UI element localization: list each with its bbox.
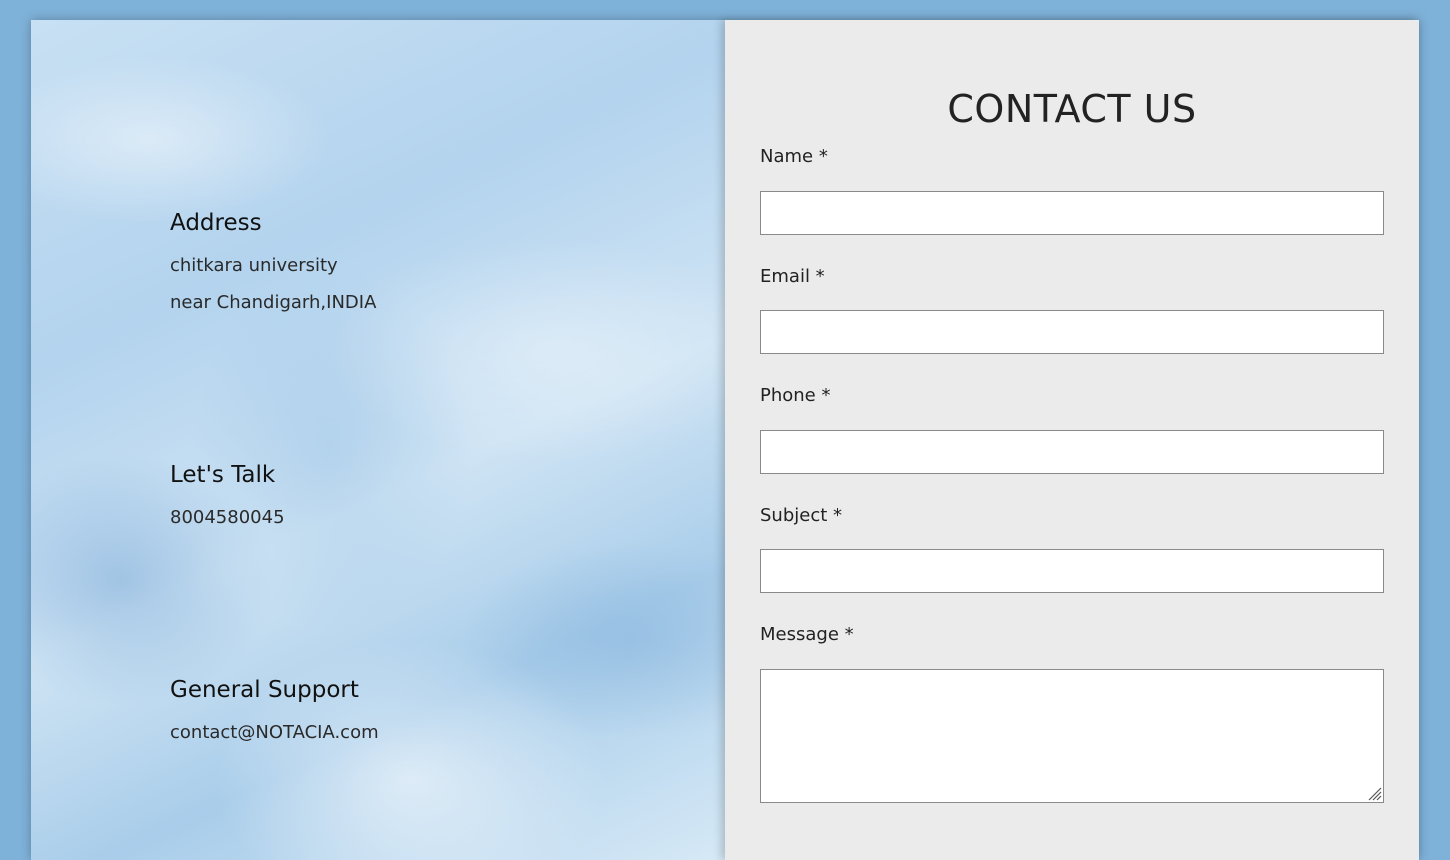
address-section: Address chitkara university near Chandig… <box>170 209 376 321</box>
phone-input[interactable] <box>760 430 1384 474</box>
lets-talk-section: Let's Talk 8004580045 <box>170 461 285 536</box>
general-support-section: General Support contact@NOTACIA.com <box>170 676 379 751</box>
email-label: Email * <box>760 266 825 287</box>
phone-number: 8004580045 <box>170 507 285 528</box>
subject-label: Subject * <box>760 505 843 526</box>
contact-card: Address chitkara university near Chandig… <box>31 20 1419 860</box>
message-label: Message * <box>760 624 854 645</box>
contact-us-title: CONTACT US <box>947 87 1197 131</box>
contact-form-panel: CONTACT US Name * Email * Phone * Subjec… <box>725 20 1419 860</box>
phone-label: Phone * <box>760 385 831 406</box>
address-heading: Address <box>170 210 262 236</box>
email-input[interactable] <box>760 310 1384 354</box>
contact-info-panel: Address chitkara university near Chandig… <box>31 20 725 860</box>
name-input[interactable] <box>760 191 1384 235</box>
name-label: Name * <box>760 146 828 167</box>
address-line-2: near Chandigarh,INDIA <box>170 292 377 313</box>
message-textarea[interactable] <box>760 669 1384 803</box>
address-line-1: chitkara university <box>170 255 338 276</box>
general-support-heading: General Support <box>170 677 359 703</box>
subject-input[interactable] <box>760 549 1384 593</box>
lets-talk-heading: Let's Talk <box>170 462 276 488</box>
support-email: contact@NOTACIA.com <box>170 722 379 743</box>
